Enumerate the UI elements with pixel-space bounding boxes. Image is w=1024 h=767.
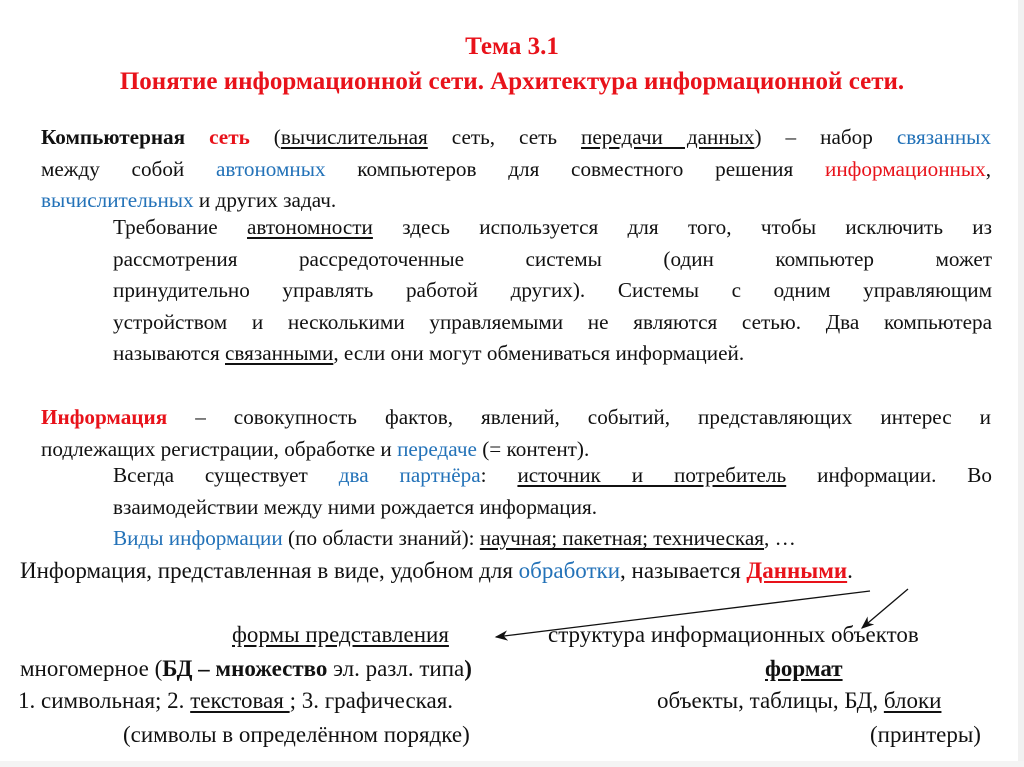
text: между собой xyxy=(41,156,216,181)
text: здесь используется для того, чтобы исклю… xyxy=(372,215,992,239)
information-definition: Информация – совокупность фактов, явлени… xyxy=(41,402,991,465)
term-transfer: передаче xyxy=(397,436,477,461)
term-two-partners: два партнёра xyxy=(338,463,481,487)
text: компьютеров для совместного решения xyxy=(325,156,825,181)
partners-paragraph: Всегда существует два партнёра: источник… xyxy=(113,460,992,555)
arrows-diagram xyxy=(494,588,909,641)
term-information: Информация xyxy=(41,405,168,429)
text: , называется xyxy=(620,558,747,583)
partners-line-1: Всегда существует два партнёра: источник… xyxy=(113,460,992,492)
term-data: Данными xyxy=(746,558,848,583)
structure-label: структура информационных объектов xyxy=(548,622,919,647)
slide-border-right xyxy=(1018,0,1024,767)
autonomy-paragraph: Требование автономности здесь использует… xyxy=(113,212,992,370)
representation-types: 1. символьная; 2. текстовая ; 3. графиче… xyxy=(18,688,453,714)
network-definition-line-1: Компьютерная сеть (вычислительная сеть, … xyxy=(41,122,991,154)
text: . xyxy=(847,558,853,583)
text: ; 3. графическая. xyxy=(289,688,454,713)
term-processing: обработки xyxy=(518,558,621,583)
term-computational: вычислительных xyxy=(41,188,194,212)
term-autonomy: автономности xyxy=(247,215,373,239)
text: информации. Во xyxy=(786,463,993,487)
term-informational: информационных xyxy=(824,156,986,181)
type-text: текстовая xyxy=(190,688,290,713)
autonomy-line-2: рассмотрения рассредоточенные системы (о… xyxy=(113,246,992,271)
term-autonomous: автономных xyxy=(216,156,326,181)
partners-line-3: Виды информации (по области знаний): нау… xyxy=(113,523,992,555)
text: эл. разл. типа xyxy=(327,656,465,681)
term-network: сеть xyxy=(209,125,250,149)
format-objects: объекты, таблицы, БД, блоки xyxy=(657,688,941,714)
text: называются xyxy=(113,341,225,365)
text: Информация, представленная в виде, удобн… xyxy=(20,558,519,583)
synonym-data-transfer: передачи данных xyxy=(581,125,755,149)
representation-forms-label: формы представления xyxy=(232,622,449,647)
multidimensional-line: многомерное (БД – множество эл. разл. ти… xyxy=(20,656,472,682)
printers-note: (принтеры) xyxy=(870,722,981,747)
text: (= контент). xyxy=(476,436,590,461)
term-linked: связанных xyxy=(896,125,991,149)
text: , … xyxy=(764,526,796,550)
text: : xyxy=(480,463,518,487)
format-label: формат xyxy=(765,656,843,681)
text: ) – набор xyxy=(754,125,897,149)
text: многомерное ( xyxy=(20,656,163,681)
text: , xyxy=(985,156,991,181)
text: Всегда существует xyxy=(113,463,339,487)
term-source-consumer: источник и потребитель xyxy=(517,463,787,487)
page-title: Понятие информационной сети. Архитектура… xyxy=(119,68,905,95)
slide-border-bottom xyxy=(0,761,1024,767)
network-definition-line-2: между собой автономных компьютеров для с… xyxy=(41,154,991,186)
symbols-note: (символы в определённом порядке) xyxy=(123,722,470,747)
text: сеть, сеть xyxy=(427,125,582,149)
text: 1. символьная; 2. xyxy=(18,688,191,713)
text: ( xyxy=(249,125,281,149)
synonym-computational: вычислительная xyxy=(280,125,428,149)
text: ) xyxy=(464,656,472,681)
text: , если они могут обмениваться информацие… xyxy=(333,341,745,365)
topic-number: Тема 3.1 xyxy=(465,33,559,60)
network-definition: Компьютерная сеть (вычислительная сеть, … xyxy=(41,122,991,217)
autonomy-line-4: устройством и несколькими управляемыми н… xyxy=(113,309,992,334)
autonomy-line-3: принудительно управлять работой других).… xyxy=(113,278,992,302)
partners-line-2: взаимодействии между ними рождается инфо… xyxy=(113,494,598,519)
text: подлежащих регистрации, обработке и xyxy=(41,436,398,461)
data-definition: Информация, представленная в виде, удобн… xyxy=(20,558,853,584)
text: (по области знаний): xyxy=(282,526,480,550)
text: – совокупность фактов, явлений, событий,… xyxy=(167,405,991,429)
autonomy-line-1: Требование автономности здесь использует… xyxy=(113,212,992,244)
autonomy-line-5: называются связанными, если они могут об… xyxy=(113,338,992,370)
term-db-set: БД – множество xyxy=(162,656,328,681)
text: Требование xyxy=(113,215,248,239)
term-computer: Компьютерная xyxy=(41,125,186,149)
text: объекты, таблицы, БД, xyxy=(657,688,884,713)
term-connected: связанными xyxy=(225,341,334,365)
term-info-types: Виды информации xyxy=(113,526,283,550)
text: и других задач. xyxy=(193,188,337,212)
info-types-list: научная; пакетная; техническая xyxy=(479,526,765,550)
term-blocks: блоки xyxy=(883,688,942,713)
information-line-1: Информация – совокупность фактов, явлени… xyxy=(41,402,991,434)
